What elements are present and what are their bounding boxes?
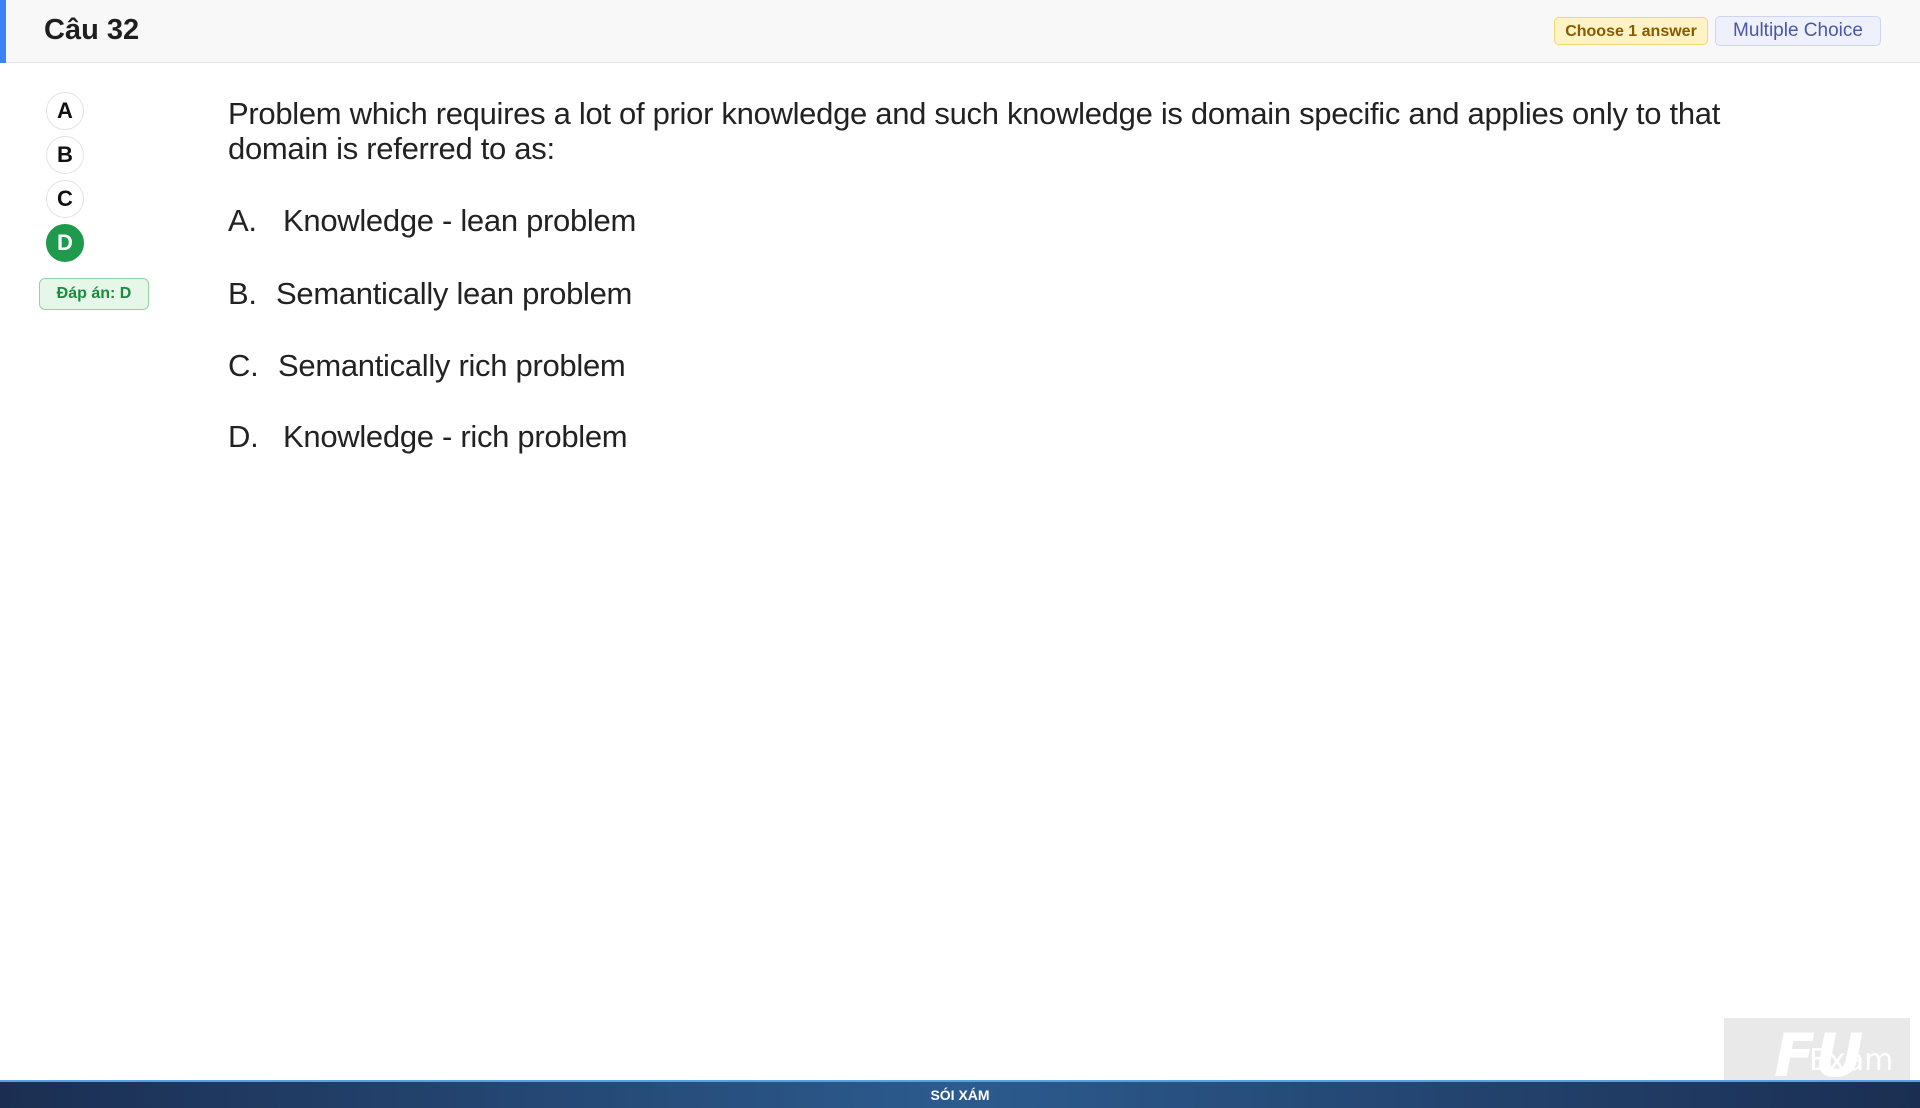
correct-answer-tag: Đáp án: D	[39, 278, 149, 310]
question-title: Câu 32	[44, 14, 140, 46]
choice-button-d[interactable]: D	[46, 224, 84, 262]
choice-button-b[interactable]: B	[46, 136, 84, 174]
choose-count-badge: Choose 1 answer	[1554, 17, 1708, 45]
option-b: B. Semantically lean problem	[228, 276, 632, 312]
option-text: Semantically lean problem	[276, 276, 633, 311]
option-text: Semantically rich problem	[278, 348, 626, 383]
quiz-page: Câu 32 Choose 1 answer Multiple Choice A…	[0, 0, 1920, 1108]
header-accent-bar	[0, 0, 6, 63]
option-letter: D.	[228, 419, 259, 454]
question-text: Problem which requires a lot of prior kn…	[228, 96, 1721, 166]
option-letter: A.	[228, 203, 257, 238]
choice-button-c[interactable]: C	[46, 180, 84, 218]
option-d: D. Knowledge - rich problem	[228, 419, 628, 455]
question-type-badge: Multiple Choice	[1715, 16, 1881, 46]
choice-button-a[interactable]: A	[46, 92, 84, 130]
option-text: Knowledge - rich problem	[283, 419, 628, 454]
option-a: A. Knowledge - lean problem	[228, 203, 636, 239]
option-c: C. Semantically rich problem	[228, 348, 626, 384]
option-text: Knowledge - lean problem	[283, 203, 636, 238]
footer-bar: SÓI XÁM	[0, 1080, 1920, 1108]
footer-text: SÓI XÁM	[930, 1087, 990, 1103]
question-header: Câu 32 Choose 1 answer Multiple Choice	[0, 0, 1920, 63]
option-letter: B.	[228, 276, 257, 311]
logo-text: Exam	[1809, 1043, 1894, 1078]
option-letter: C.	[228, 348, 259, 383]
